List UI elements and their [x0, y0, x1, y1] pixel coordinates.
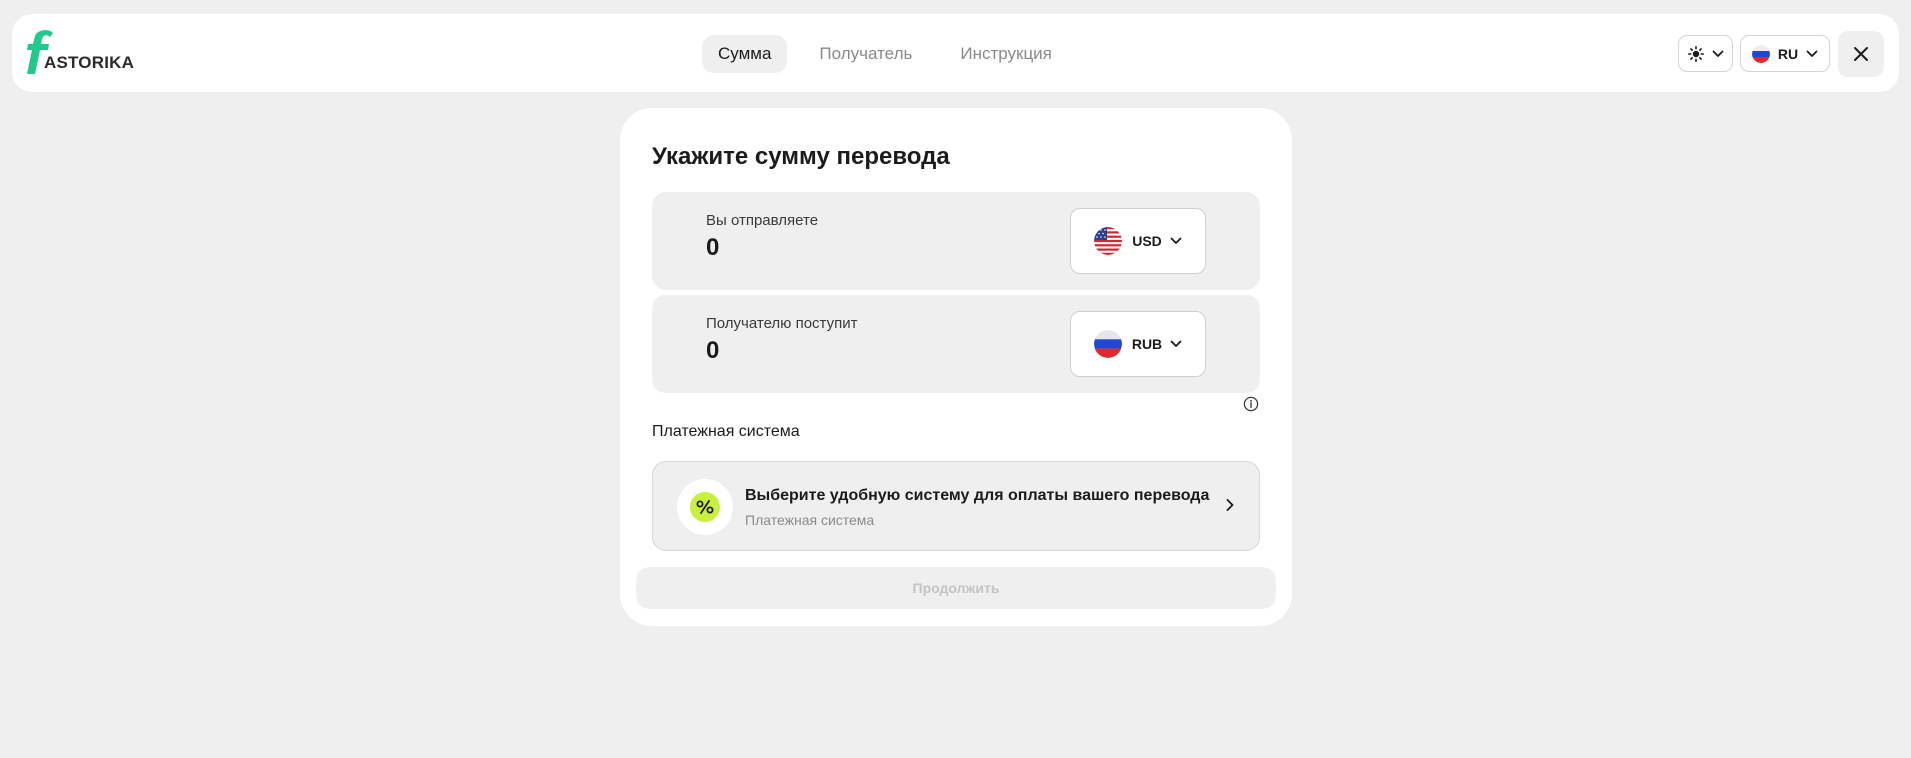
transfer-amount-card: Укажите сумму перевода Вы отправляете 0 — [620, 108, 1292, 626]
close-icon — [1854, 47, 1868, 61]
language-select[interactable]: RU — [1740, 35, 1830, 72]
tab-amount[interactable]: Сумма — [702, 35, 788, 73]
send-amount-box: Вы отправляете 0 USD — [652, 192, 1260, 290]
chevron-down-icon — [1806, 50, 1818, 57]
payment-select-subtitle: Платежная система — [745, 512, 875, 528]
tab-recipient[interactable]: Получатель — [803, 35, 928, 73]
receive-currency-code: RUB — [1131, 336, 1163, 352]
payment-system-select[interactable]: Выберите удобную систему для оплаты ваше… — [652, 461, 1260, 551]
chevron-down-icon — [1170, 237, 1182, 244]
close-button[interactable] — [1838, 31, 1884, 77]
theme-toggle[interactable] — [1678, 35, 1733, 72]
russia-flag-icon — [1751, 44, 1770, 63]
language-label: RU — [1777, 45, 1799, 62]
receive-currency-select[interactable]: RUB — [1070, 311, 1206, 377]
fastorika-logo[interactable]: ASTORIKA — [26, 30, 146, 78]
sun-icon — [1687, 45, 1704, 62]
top-bar: ASTORIKA Сумма Получатель Инструкция RU — [12, 14, 1899, 92]
send-amount-input[interactable]: 0 — [706, 234, 719, 262]
info-icon[interactable] — [1243, 396, 1259, 412]
tab-instruction[interactable]: Инструкция — [944, 35, 1068, 73]
chevron-down-icon — [1712, 50, 1723, 57]
payment-icon-wrapper — [677, 479, 733, 535]
usa-flag-icon — [1094, 227, 1123, 255]
russia-flag-icon — [1093, 330, 1122, 358]
send-currency-code: USD — [1132, 233, 1162, 249]
receive-amount-label: Получателю поступит — [706, 315, 858, 332]
step-tabs: Сумма Получатель Инструкция — [702, 35, 1084, 73]
send-currency-select[interactable]: USD — [1070, 208, 1206, 274]
continue-button[interactable]: Продолжить — [636, 567, 1276, 609]
page-title: Укажите сумму перевода — [652, 143, 950, 170]
payment-system-heading: Платежная система — [652, 423, 800, 440]
chevron-down-icon — [1170, 340, 1182, 347]
percent-icon — [690, 492, 720, 522]
chevron-right-icon — [1226, 499, 1234, 511]
receive-amount-value[interactable]: 0 — [706, 337, 719, 365]
logo-text: ASTORIKA — [44, 53, 135, 72]
payment-select-title: Выберите удобную систему для оплаты ваше… — [745, 487, 1210, 504]
send-amount-label: Вы отправляете — [706, 212, 819, 229]
receive-amount-box: Получателю поступит 0 RUB — [652, 295, 1260, 393]
